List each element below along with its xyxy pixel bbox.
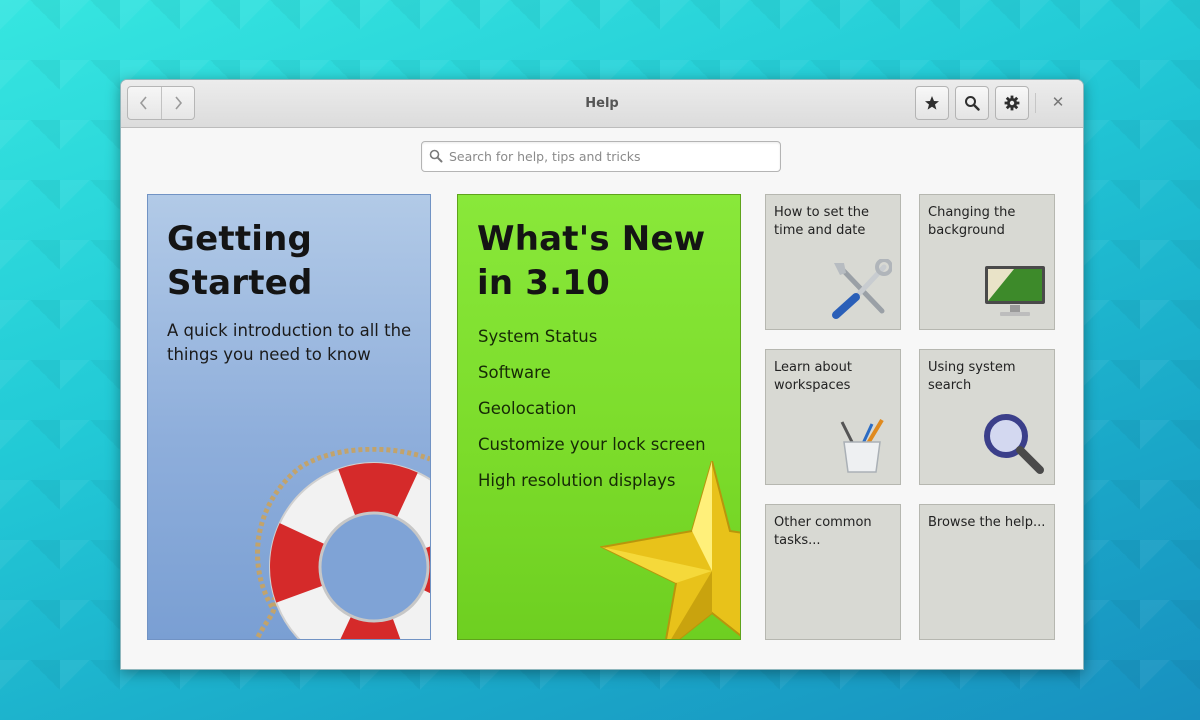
tools-icon xyxy=(832,259,892,319)
tile-browse-help[interactable]: Browse the help... xyxy=(919,504,1055,640)
list-item[interactable]: Customize your lock screen xyxy=(478,427,706,463)
tile-label: Using system search xyxy=(928,360,1016,393)
tile-background[interactable]: Changing the background xyxy=(919,194,1055,330)
tile-label: How to set the time and date xyxy=(774,205,870,238)
list-item[interactable]: Geolocation xyxy=(478,391,706,427)
tile-label: Learn about workspaces xyxy=(774,360,852,393)
tile-label: Changing the background xyxy=(928,205,1016,238)
magnifier-icon xyxy=(984,414,1044,474)
tile-label: Other common tasks... xyxy=(774,515,872,548)
tile-other-tasks[interactable]: Other common tasks... xyxy=(765,504,901,640)
star-icon xyxy=(600,461,740,639)
getting-started-card[interactable]: Getting Started A quick introduction to … xyxy=(147,194,431,640)
tile-workspaces[interactable]: Learn about workspaces xyxy=(765,349,901,485)
menu-button[interactable] xyxy=(995,86,1029,120)
search-icon xyxy=(429,149,443,163)
list-item[interactable]: Software xyxy=(478,355,706,391)
tile-label: Browse the help... xyxy=(928,515,1046,530)
gear-icon xyxy=(1004,95,1020,111)
card-title: What's New in 3.10 xyxy=(477,219,706,303)
tile-time-date[interactable]: How to set the time and date xyxy=(765,194,901,330)
whats-new-card[interactable]: What's New in 3.10 System Status Softwar… xyxy=(457,194,741,640)
navigation-buttons xyxy=(127,86,195,120)
bookmarks-button[interactable] xyxy=(915,86,949,120)
search-icon xyxy=(965,96,980,111)
card-title: Getting Started xyxy=(167,219,313,303)
search-bar xyxy=(421,141,781,172)
list-item[interactable]: System Status xyxy=(478,319,706,355)
forward-button[interactable] xyxy=(160,87,195,119)
star-icon xyxy=(925,96,939,110)
header-separator xyxy=(1035,93,1036,113)
chevron-left-icon xyxy=(140,96,147,110)
close-button[interactable]: ✕ xyxy=(1047,91,1069,113)
tile-system-search[interactable]: Using system search xyxy=(919,349,1055,485)
back-button[interactable] xyxy=(128,87,161,119)
help-window: Help ✕ Search for help, tips and tricks … xyxy=(120,79,1084,670)
brushes-cup-icon xyxy=(840,418,884,473)
monitor-icon xyxy=(985,266,1045,316)
chevron-right-icon xyxy=(175,96,182,110)
header-bar: Help ✕ xyxy=(121,80,1083,128)
lifebuoy-icon xyxy=(255,447,430,639)
search-toggle-button[interactable] xyxy=(955,86,989,120)
search-input[interactable] xyxy=(449,142,769,171)
card-subtitle: A quick introduction to all the things y… xyxy=(167,321,412,364)
close-icon: ✕ xyxy=(1051,93,1065,111)
